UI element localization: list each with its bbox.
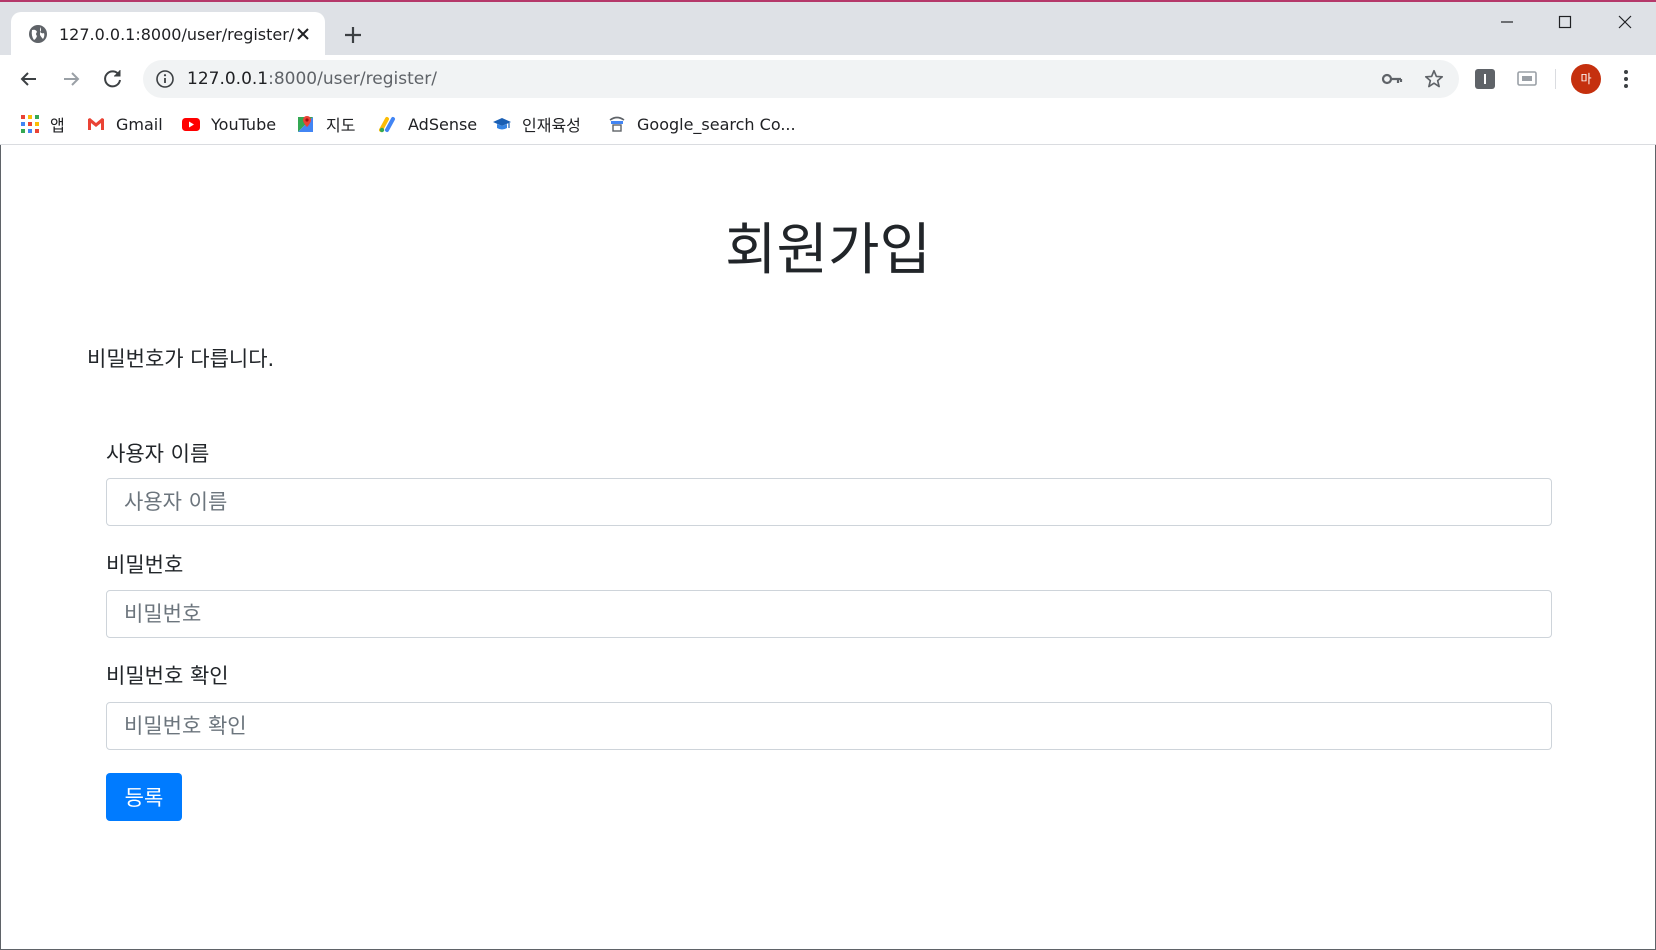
address-path: :8000/user/register/ — [268, 69, 437, 89]
bookmark-label: 지도 — [326, 116, 356, 135]
bookmark-apps[interactable]: 앱 — [20, 111, 65, 137]
window-close-icon[interactable] — [1610, 10, 1640, 34]
bookmark-youtube[interactable]: YouTube — [181, 111, 276, 137]
extension-i-icon[interactable] — [1473, 67, 1497, 91]
username-label: 사용자 이름 — [106, 442, 210, 466]
bookmark-label: Google_search Co... — [637, 114, 796, 134]
password-input[interactable] — [106, 590, 1552, 638]
bookmark-google-search[interactable]: Google_search Co... — [607, 111, 796, 137]
tab-title: 127.0.0.1:8000/user/register/ — [59, 25, 295, 44]
toolbar-separator — [1555, 69, 1556, 89]
bookmark-label: AdSense — [408, 114, 478, 134]
bookmark-maps[interactable]: 지도 — [296, 111, 355, 137]
bookmark-adsense[interactable]: AdSense — [378, 111, 477, 137]
maximize-icon[interactable] — [1550, 10, 1580, 34]
page-title: 회원가입 — [724, 218, 932, 283]
bookmark-talent[interactable]: 인재육성 — [492, 111, 581, 137]
extension-cast-icon[interactable] — [1515, 67, 1539, 91]
address-bar[interactable]: 127.0.0.1:8000/user/register/ — [143, 60, 1459, 98]
bookmark-gmail[interactable]: Gmail — [86, 111, 163, 137]
reload-icon[interactable] — [100, 66, 126, 92]
address-host: 127.0.0.1 — [187, 69, 269, 89]
username-input[interactable] — [106, 478, 1552, 526]
minimize-icon[interactable] — [1492, 10, 1522, 34]
window-frame-left — [0, 145, 1, 950]
browser-toolbar: 127.0.0.1:8000/user/register/ 마 — [0, 55, 1656, 103]
page-content: 회원가입 비밀번호가 다릅니다. 사용자 이름 비밀번호 비밀번호 확인 등록 — [1, 145, 1655, 949]
forward-arrow-icon[interactable] — [58, 66, 84, 92]
bookmark-label: Gmail — [116, 114, 163, 134]
bookmarks-bar: 앱 Gmail YouTube 지도 AdSense 인재육성 Google_s… — [0, 103, 1656, 145]
adsense-icon — [379, 117, 395, 133]
register-submit-button[interactable]: 등록 — [106, 773, 182, 821]
youtube-icon — [182, 118, 200, 131]
close-icon[interactable] — [292, 23, 314, 45]
back-arrow-icon[interactable] — [16, 66, 42, 92]
info-icon[interactable] — [155, 69, 175, 89]
globe-icon — [29, 25, 47, 43]
address-url: 127.0.0.1:8000/user/register/ — [187, 69, 437, 89]
profile-avatar[interactable]: 마 — [1571, 64, 1601, 94]
password-confirm-label: 비밀번호 확인 — [106, 664, 229, 688]
password-confirm-input[interactable] — [106, 702, 1552, 750]
kebab-menu-icon[interactable] — [1616, 67, 1636, 91]
password-label: 비밀번호 — [106, 553, 184, 577]
apps-grid-icon — [21, 115, 39, 133]
key-icon[interactable] — [1381, 69, 1403, 89]
site-icon — [609, 116, 625, 132]
bookmark-label: 인재육성 — [522, 116, 581, 135]
graduation-cap-icon — [493, 118, 511, 130]
star-bookmark-icon[interactable] — [1423, 68, 1445, 90]
error-message: 비밀번호가 다릅니다. — [87, 347, 275, 371]
tab-strip: 127.0.0.1:8000/user/register/ — [0, 2, 1656, 57]
bookmark-label: YouTube — [211, 114, 277, 134]
new-tab-plus-icon[interactable] — [340, 22, 366, 48]
browser-tab-active[interactable]: 127.0.0.1:8000/user/register/ — [11, 12, 325, 57]
maps-icon — [298, 116, 313, 132]
gmail-icon — [88, 118, 104, 130]
bookmark-label: 앱 — [50, 116, 65, 135]
